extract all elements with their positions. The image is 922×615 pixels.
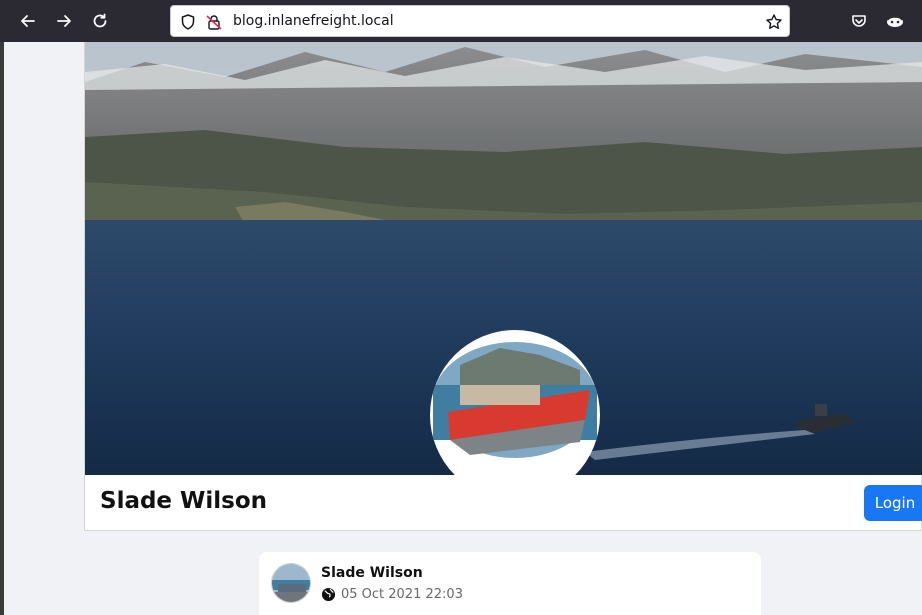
- post-date[interactable]: 05 Oct 2021 22:03: [341, 587, 463, 602]
- left-edge: [0, 42, 4, 615]
- insecure-lock-icon[interactable]: [205, 13, 223, 31]
- globe-icon: [321, 587, 336, 602]
- post-meta: 05 Oct 2021 22:03: [321, 587, 463, 602]
- profile-card: Slade Wilson Login: [84, 42, 922, 531]
- login-button[interactable]: Login: [864, 485, 922, 521]
- shield-icon[interactable]: [179, 13, 197, 31]
- cover-photo: [85, 42, 922, 475]
- reload-icon[interactable]: [87, 8, 113, 34]
- browser-toolbar: blog.inlanefreight.local: [0, 0, 922, 42]
- back-icon[interactable]: [15, 8, 41, 34]
- pocket-icon[interactable]: [846, 8, 872, 34]
- bookmark-star-icon[interactable]: [765, 13, 783, 31]
- post-author-avatar[interactable]: [271, 563, 311, 603]
- profile-name: Slade Wilson: [100, 488, 268, 514]
- url-text[interactable]: blog.inlanefreight.local: [233, 13, 394, 29]
- url-bar[interactable]: blog.inlanefreight.local: [170, 5, 790, 37]
- post-card: Slade Wilson 05 Oct 2021 22:03: [259, 552, 761, 615]
- forward-icon[interactable]: [51, 8, 77, 34]
- post-author-name[interactable]: Slade Wilson: [321, 565, 423, 581]
- extension-icon[interactable]: [882, 8, 908, 34]
